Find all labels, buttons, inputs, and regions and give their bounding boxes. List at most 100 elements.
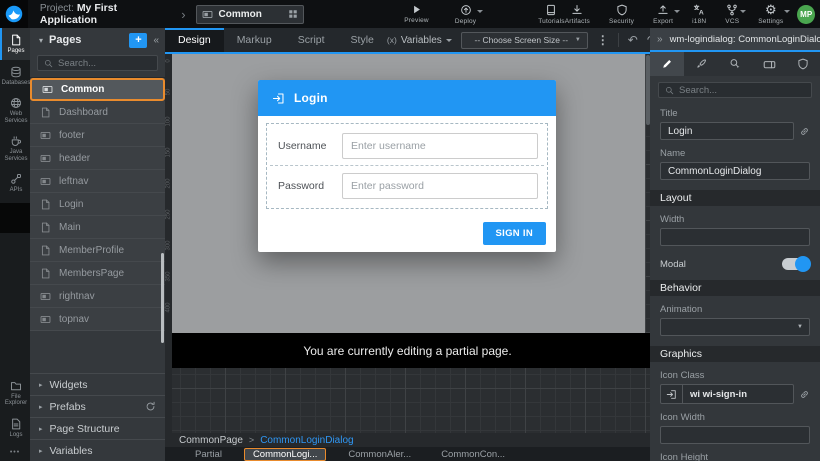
collapse-panel-icon[interactable]: « [153,35,159,46]
bind-link-icon[interactable] [799,389,810,400]
caret-down-icon [740,10,746,13]
add-page-button[interactable]: + [129,33,147,48]
page-item-footer[interactable]: footer [30,124,165,147]
properties-panel: » wm-logindialog: CommonLoginDialog [650,28,820,461]
title-field[interactable] [660,122,794,140]
export-button[interactable]: Export [653,4,673,25]
tab-commonlogindialog[interactable]: CommonLogi... [244,448,326,461]
bind-link-icon[interactable] [799,126,810,137]
security-button[interactable]: Security [609,4,634,25]
properties-search-input[interactable] [679,85,805,96]
tab-script[interactable]: Script [285,28,338,52]
icon-width-field-label: Icon Width [660,412,810,423]
page-item-leftnav[interactable]: leftnav [30,170,165,193]
user-avatar[interactable]: MP [797,5,815,24]
canvas-toolbar: Design Markup Script Style (x) Variables… [165,28,650,52]
rail-item-logs[interactable]: Logs [0,412,30,444]
breadcrumb-current[interactable]: CommonLoginDialog [260,435,353,446]
refresh-icon[interactable] [145,401,156,412]
search-icon [665,86,674,95]
icon-class-field[interactable] [683,385,793,403]
breadcrumb-parent[interactable]: CommonPage [179,435,243,446]
tab-commonconfirmdialog[interactable]: CommonCon... [433,448,513,461]
variables-dropdown[interactable]: (x) Variables [387,35,452,46]
undo-icon[interactable]: ↶ [628,34,638,46]
screen-size-select[interactable]: -- Choose Screen Size -- ▼ [461,32,588,49]
deploy-button[interactable]: Deploy [455,4,476,25]
tab-events[interactable] [718,52,752,76]
caret-right-icon: ▸ [39,381,43,389]
width-field[interactable] [660,228,810,246]
password-row: Password [270,166,544,205]
selection-outline [165,52,650,54]
preview-button[interactable]: Preview [404,4,429,25]
page-item-login[interactable]: Login [30,193,165,216]
tab-design[interactable]: Design [165,28,224,52]
page-selector-dropdown[interactable]: Common [196,5,305,24]
rail-item-databases[interactable]: Databases [0,60,30,92]
rail-item-file-explorer[interactable]: FileExplorer [0,374,30,412]
page-item-main[interactable]: Main [30,216,165,239]
settings-button[interactable]: ⚙ Settings [758,4,783,25]
page-item-dashboard[interactable]: Dashboard [30,101,165,124]
page-icon [10,34,22,46]
tab-style[interactable]: Style [338,28,387,52]
name-field[interactable] [660,162,810,180]
page-item-topnav[interactable]: topnav [30,308,165,331]
artifacts-button[interactable]: Artifacts [565,4,590,25]
section-variables[interactable]: ▸ Variables [30,439,165,461]
password-input[interactable] [342,173,538,199]
tab-styles[interactable] [684,52,718,76]
username-input[interactable] [342,133,538,159]
paintbrush-icon [695,58,707,70]
section-page-structure[interactable]: ▸ Page Structure [30,417,165,439]
page-icon [40,107,51,118]
tab-security[interactable] [786,52,820,76]
more-options-icon[interactable]: ⋮ [597,33,609,47]
tutorials-button[interactable]: Tutorials [538,4,564,25]
rail-item-java-services[interactable]: JavaServices [0,129,30,167]
icon-class-field-label: Icon Class [660,370,810,381]
tab-markup[interactable]: Markup [224,28,285,52]
login-dialog[interactable]: Login Username Password [258,80,556,252]
page-item-rightnav[interactable]: rightnav [30,285,165,308]
download-icon [571,4,583,16]
wavemaker-logo-icon [4,4,24,24]
search-cursor-icon [729,58,741,70]
modal-toggle[interactable] [782,258,810,270]
section-prefabs[interactable]: ▸ Prefabs [30,395,165,417]
vcs-button[interactable]: VCS [725,4,739,25]
rail-item-apis[interactable]: APIs [0,167,30,199]
page-item-common[interactable]: Common [30,78,165,101]
sign-in-icon [272,92,285,105]
database-icon [10,66,22,78]
dialog-title: Login [294,91,328,105]
tab-partial[interactable]: Partial [187,448,230,461]
section-widgets[interactable]: ▸ Widgets [30,373,165,395]
caret-down-icon[interactable]: ▾ [39,36,43,45]
pages-search[interactable] [37,55,158,71]
partial-icon [40,314,51,325]
icon-width-field[interactable] [660,426,810,444]
select-caret-icon: ▼ [575,37,581,43]
app-logo[interactable] [0,0,28,28]
properties-search[interactable] [658,82,812,98]
animation-select[interactable]: ▼ [660,318,810,336]
expand-panel-icon[interactable]: » [657,34,663,45]
rail-item-pages[interactable]: Pages [0,28,30,60]
left-rail: Pages Databases WebServices JavaServices… [0,28,30,461]
page-item-memberprofile[interactable]: MemberProfile [30,239,165,262]
design-canvas[interactable]: 0 50 100 150 200 250 300 350 400 Login [165,52,650,433]
rail-item-web-services[interactable]: WebServices [0,91,30,129]
tab-devices[interactable] [752,52,786,76]
rail-overflow-dots[interactable]: ••• [0,443,30,461]
page-item-header[interactable]: header [30,147,165,170]
pages-search-input[interactable] [58,58,151,69]
page-item-memberspage[interactable]: MembersPage [30,262,165,285]
globe-icon [10,97,22,109]
tab-properties[interactable] [650,52,684,76]
sign-in-button[interactable]: SIGN IN [483,222,546,245]
panel-scrollbar[interactable] [161,253,164,343]
tab-commonalertdialog[interactable]: CommonAler... [340,448,419,461]
i18n-button[interactable]: A i18N [692,4,706,25]
